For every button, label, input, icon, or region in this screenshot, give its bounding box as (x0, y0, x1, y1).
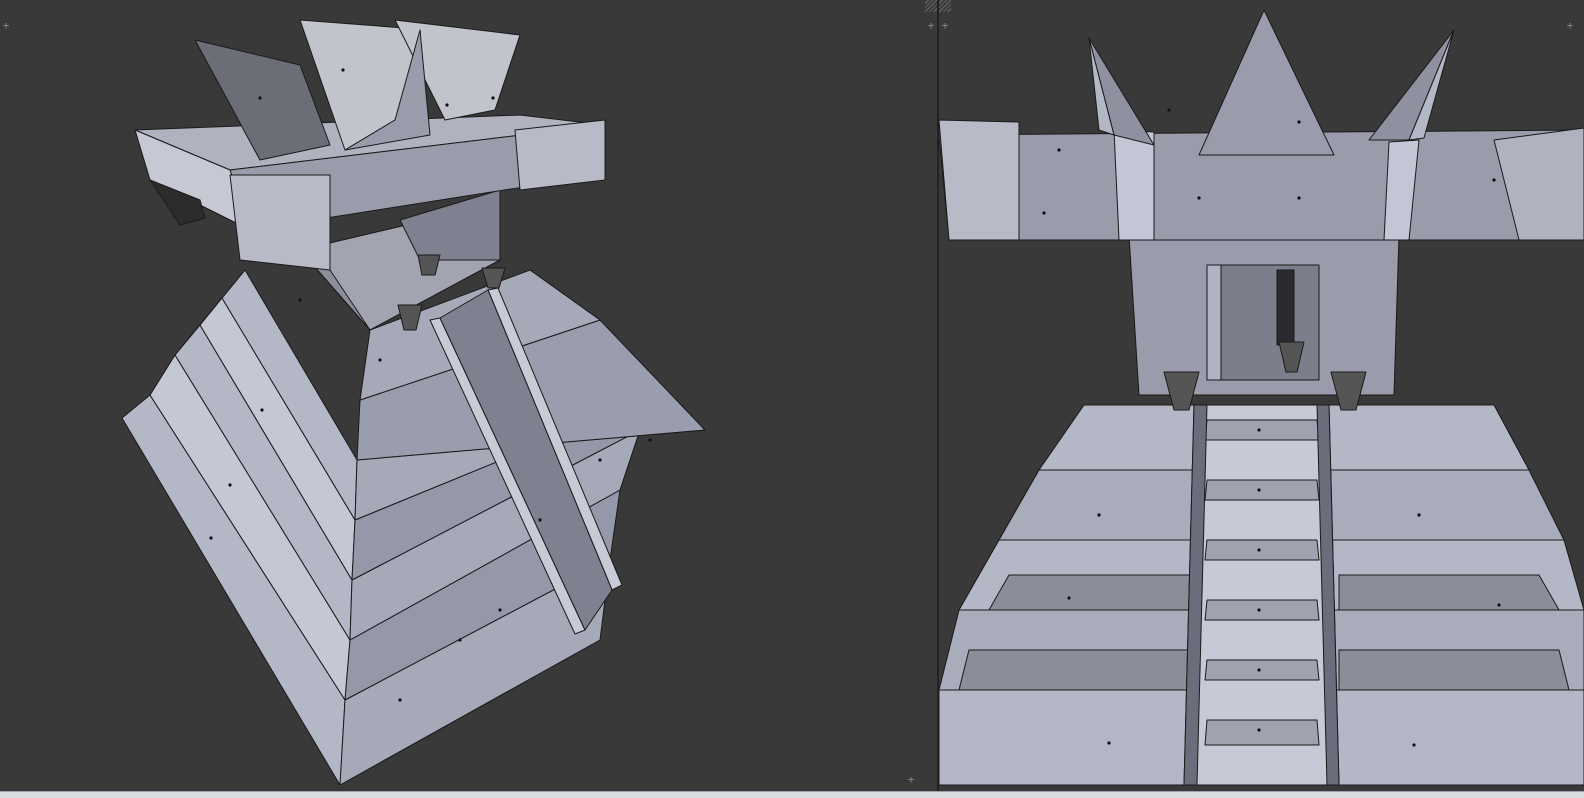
temple-mesh-left[interactable] (0, 0, 937, 792)
viewport-right[interactable]: + + + (939, 0, 1584, 792)
viewport-left[interactable]: + + + (0, 0, 937, 792)
temple-mesh-right[interactable] (939, 0, 1584, 792)
editor-bottom-edge (0, 791, 1584, 798)
